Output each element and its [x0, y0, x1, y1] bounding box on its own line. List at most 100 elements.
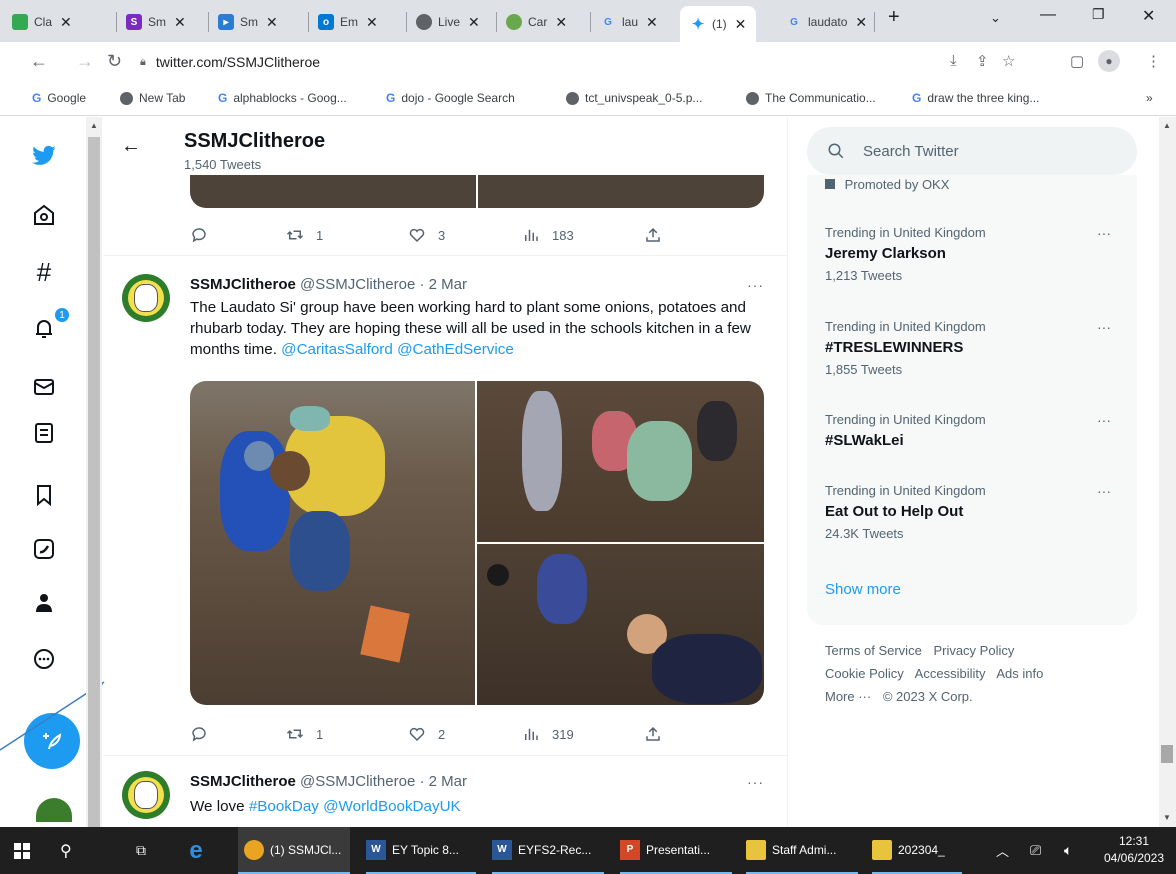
restore-icon[interactable]: ❐: [1092, 6, 1105, 23]
views-button[interactable]: 319: [522, 725, 574, 743]
back-icon[interactable]: ←: [30, 51, 48, 72]
bookmark-new-tab[interactable]: New Tab: [120, 91, 185, 105]
volume-icon[interactable]: 🔈︎: [1064, 827, 1072, 874]
scroll-down-arrow[interactable]: ▼: [1163, 813, 1171, 822]
reply-button[interactable]: [190, 725, 220, 743]
lists-icon[interactable]: [30, 419, 58, 447]
accessibility-link[interactable]: Accessibility: [915, 666, 986, 681]
taskbar-chrome[interactable]: (1) SSMJCl...: [238, 827, 350, 874]
photo-children-planting[interactable]: [190, 381, 475, 705]
photo[interactable]: [478, 175, 764, 208]
author-handle-date[interactable]: @SSMJClitheroe · 2 Mar: [300, 773, 467, 790]
reply-button[interactable]: [190, 226, 220, 244]
scroll-up-arrow[interactable]: ▲: [90, 121, 98, 130]
minimize-icon[interactable]: —: [1040, 6, 1056, 24]
home-icon[interactable]: [30, 201, 58, 229]
system-clock[interactable]: 12:31 04/06/2023: [1096, 833, 1172, 867]
reload-icon[interactable]: ↻: [107, 51, 122, 72]
more-options-icon[interactable]: ···: [747, 774, 764, 790]
taskbar-folder[interactable]: 202304_: [872, 827, 962, 874]
taskbar-staff-admin[interactable]: Staff Admi...: [746, 827, 858, 874]
share-button[interactable]: [644, 725, 662, 743]
browser-tab-1[interactable]: Cla ✕: [12, 8, 72, 36]
trend-item[interactable]: Trending in United Kingdom #SLWakLei ···: [825, 412, 1125, 449]
like-button[interactable]: 2: [408, 725, 445, 743]
more-options-icon[interactable]: ···: [1097, 225, 1111, 241]
browser-tab-active[interactable]: ✦ (1) ✕: [680, 6, 757, 42]
start-button[interactable]: [14, 827, 30, 874]
task-view-icon[interactable]: ⧉: [136, 827, 146, 874]
bookmark-tct[interactable]: tct_univspeak_0-5.p...: [566, 91, 702, 105]
author-name[interactable]: SSMJClitheroe: [190, 773, 296, 790]
more-circle-icon[interactable]: [30, 645, 58, 673]
left-scrollbar[interactable]: ▲: [86, 117, 102, 837]
close-icon[interactable]: ✕: [60, 14, 72, 31]
ads-info-link[interactable]: Ads info: [996, 666, 1043, 681]
scrollbar-thumb[interactable]: [1161, 745, 1173, 763]
mention-link[interactable]: @CaritasSalford: [281, 341, 393, 358]
bookmark-google[interactable]: G Google: [32, 91, 86, 105]
tray-chevron-icon[interactable]: ︿: [996, 827, 1009, 874]
twitter-logo-icon[interactable]: [30, 141, 58, 169]
new-tab-button[interactable]: +: [888, 6, 900, 29]
author-handle-date[interactable]: @SSMJClitheroe · 2 Mar: [300, 276, 467, 293]
profile-icon[interactable]: ●: [1098, 50, 1120, 72]
more-options-icon[interactable]: ···: [1097, 412, 1111, 428]
browser-tab-2[interactable]: S Sm ✕: [126, 8, 186, 36]
browser-tab-7[interactable]: G lau ✕: [600, 8, 658, 36]
photo[interactable]: [190, 175, 476, 208]
bookmark-draw[interactable]: G draw the three king...: [912, 91, 1039, 105]
trend-item[interactable]: Trending in United Kingdom Jeremy Clarks…: [825, 225, 1125, 283]
page-scrollbar[interactable]: ▲ ▼: [1159, 117, 1176, 827]
views-button[interactable]: 183: [522, 226, 574, 244]
bookmark-star-icon[interactable]: ☆: [1002, 52, 1015, 70]
hashtag-link[interactable]: #BookDay: [249, 798, 319, 815]
like-button[interactable]: 3: [408, 226, 445, 244]
retweet-button[interactable]: 1: [286, 725, 323, 743]
privacy-link[interactable]: Privacy Policy: [933, 643, 1014, 658]
tweet-avatar[interactable]: [122, 771, 170, 819]
explore-hashtag-icon[interactable]: #: [30, 257, 58, 287]
tab-search-icon[interactable]: ⌄: [990, 10, 1001, 26]
browser-tab-4[interactable]: o Em ✕: [318, 8, 378, 36]
notifications-bell-icon[interactable]: [30, 315, 58, 343]
trend-item[interactable]: Trending in United Kingdom Eat Out to He…: [825, 483, 1125, 541]
bookmarks-overflow[interactable]: »: [1146, 91, 1153, 105]
twitter-blue-icon[interactable]: [30, 535, 58, 563]
address-bar[interactable]: 🔒︎ twitter.com/SSMJClitheroe: [140, 46, 940, 78]
profile-person-icon[interactable]: [30, 589, 58, 617]
close-icon[interactable]: ✕: [555, 14, 567, 31]
search-icon[interactable]: ⚲: [60, 827, 72, 874]
scroll-up-arrow[interactable]: ▲: [1163, 121, 1171, 130]
close-icon[interactable]: ✕: [735, 16, 747, 33]
photo-children-onions[interactable]: [477, 544, 764, 705]
close-icon[interactable]: ✕: [646, 14, 658, 31]
more-options-icon[interactable]: ···: [1097, 483, 1111, 499]
browser-tab-5[interactable]: Live ✕: [416, 8, 480, 36]
more-options-icon[interactable]: ···: [747, 277, 764, 293]
browser-tab-9[interactable]: G laudato ✕: [786, 8, 867, 36]
trend-item[interactable]: Trending in United Kingdom #TRESLEWINNER…: [825, 319, 1125, 377]
side-panel-icon[interactable]: ▢: [1070, 52, 1084, 70]
mention-link[interactable]: @WorldBookDayUK: [323, 798, 461, 815]
browser-tab-3[interactable]: ▸ Sm ✕: [218, 8, 278, 36]
close-window-icon[interactable]: ✕: [1142, 6, 1155, 26]
more-link[interactable]: More ···: [825, 689, 871, 704]
edge-icon[interactable]: e: [186, 827, 212, 874]
close-icon[interactable]: ✕: [855, 14, 867, 31]
tweet-avatar[interactable]: [122, 274, 170, 322]
photo-children-digging[interactable]: [477, 381, 764, 542]
bookmarks-icon[interactable]: [30, 481, 58, 509]
messages-envelope-icon[interactable]: [30, 373, 58, 401]
bookmark-alphablocks[interactable]: G alphablocks - Goog...: [218, 91, 347, 105]
close-icon[interactable]: ✕: [366, 14, 378, 31]
forward-icon[interactable]: →: [76, 51, 94, 72]
bookmark-communication[interactable]: The Communicatio...: [746, 91, 876, 105]
terms-link[interactable]: Terms of Service: [825, 643, 922, 658]
close-icon[interactable]: ✕: [468, 14, 480, 31]
install-icon[interactable]: ⤓: [950, 52, 957, 69]
share-icon[interactable]: ⇪: [976, 52, 989, 70]
back-arrow-icon[interactable]: ←: [121, 135, 141, 158]
more-options-icon[interactable]: ···: [1097, 319, 1111, 335]
show-more-link[interactable]: Show more: [825, 581, 901, 598]
